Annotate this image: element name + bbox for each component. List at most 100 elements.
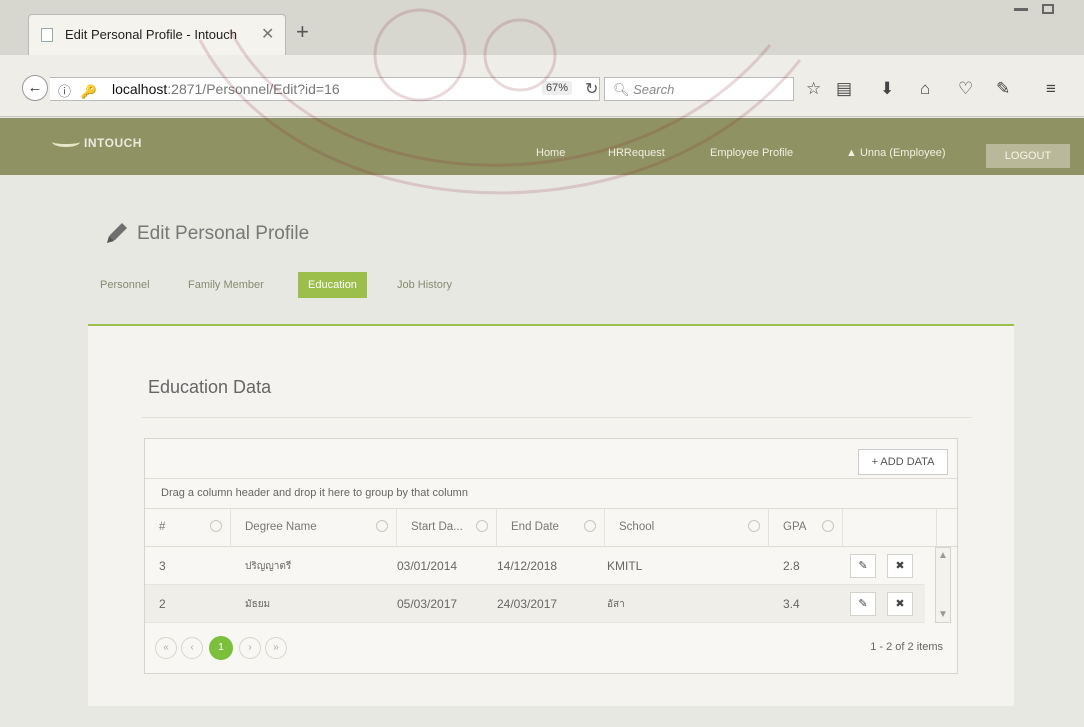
next-page-button[interactable]: › [239, 637, 261, 659]
minimize-window-icon[interactable] [1014, 8, 1028, 11]
column-header-label: # [159, 521, 166, 533]
close-icon: ✖ [895, 560, 905, 572]
tab-family-member[interactable]: Family Member [188, 272, 264, 298]
column-header-label: Start Da... [411, 521, 463, 533]
delete-row-button[interactable]: ✖ [887, 592, 913, 616]
column-header-label: School [619, 521, 655, 533]
add-data-button[interactable]: + ADD DATA [858, 449, 948, 475]
reading-list-icon[interactable]: ▤ [836, 79, 852, 99]
url-host: localhost [112, 81, 168, 97]
bookmark-star-icon[interactable]: ☆ [806, 79, 821, 99]
chevron-up-icon[interactable]: ▲ [938, 550, 948, 561]
column-header-label: End Date [511, 521, 559, 533]
search-icon: 🔍︎ [613, 82, 630, 97]
column-header-school[interactable]: School [605, 509, 769, 547]
url-text: localhost:2871/Personnel/Edit?id=16 [112, 81, 340, 97]
grid-scrollbar[interactable]: ▲ ▼ [935, 547, 951, 623]
cell-start-date: 03/01/2014 [397, 559, 458, 573]
first-page-button[interactable]: « [155, 637, 177, 659]
pocket-icon[interactable]: ♡ [958, 79, 973, 99]
pencil-icon [107, 223, 127, 243]
column-header-number[interactable]: # [145, 509, 231, 547]
edit-row-button[interactable]: ✎ [850, 592, 876, 616]
table-row[interactable]: 3 ปริญญาตรี 03/01/2014 14/12/2018 KMITL … [145, 547, 925, 585]
home-icon[interactable]: ⌂ [920, 79, 930, 99]
edit-row-button[interactable]: ✎ [850, 554, 876, 578]
pencil-icon: ✎ [858, 560, 868, 572]
back-button[interactable]: ← [22, 75, 48, 101]
column-header-start-date[interactable]: Start Da... [397, 509, 497, 547]
page-title: Edit Personal Profile [137, 223, 310, 244]
delete-row-button[interactable]: ✖ [887, 554, 913, 578]
browser-search-input[interactable]: 🔍︎ Search [604, 77, 794, 101]
section-divider [142, 417, 972, 418]
app-header: INTOUCH Home HRRequest Employee Profile … [0, 118, 1084, 175]
nav-hr-request[interactable]: HRRequest [608, 147, 665, 159]
pager-info: 1 - 2 of 2 items [870, 641, 943, 653]
nav-employee-profile[interactable]: Employee Profile [710, 147, 793, 159]
nav-user-account[interactable]: ▲ Unna (Employee) [846, 147, 946, 159]
reload-icon[interactable]: ↻ [585, 79, 598, 99]
education-grid: + ADD DATA Drag a column header and drop… [144, 438, 958, 674]
current-page-button[interactable]: 1 [209, 636, 233, 660]
browser-nav-bar: ← ⓘ 🔑 localhost:2871/Personnel/Edit?id=1… [0, 55, 1084, 117]
cell-degree: มัธยม [245, 599, 271, 610]
column-header-degree[interactable]: Degree Name [231, 509, 397, 547]
group-drop-area[interactable]: Drag a column header and drop it here to… [145, 479, 957, 509]
tab-job-history[interactable]: Job History [397, 272, 452, 298]
table-row[interactable]: 2 มัธยม 05/03/2017 24/03/2017 อัสา 3.4 ✎… [145, 585, 925, 623]
new-tab-button[interactable]: + [296, 21, 309, 43]
browser-tab-title: Edit Personal Profile - Intouch [65, 27, 237, 42]
extension-icon[interactable]: ✎ [996, 79, 1010, 99]
cell-gpa: 2.8 [783, 559, 800, 573]
close-icon: ✖ [895, 598, 905, 610]
close-tab-icon[interactable]: ✕ [261, 24, 274, 44]
zoom-indicator[interactable]: 67% [542, 81, 573, 95]
cell-school: อัสา [607, 599, 625, 610]
intouch-logo-icon [52, 137, 80, 147]
column-header-actions [843, 509, 937, 547]
maximize-window-icon[interactable] [1042, 4, 1054, 14]
grid-pager: « ‹ 1 › » 1 - 2 of 2 items [145, 623, 957, 673]
browser-tab[interactable]: Edit Personal Profile - Intouch ✕ [28, 14, 286, 55]
previous-page-button[interactable]: ‹ [181, 637, 203, 659]
filter-icon[interactable] [210, 520, 222, 532]
filter-icon[interactable] [748, 520, 760, 532]
cell-gpa: 3.4 [783, 597, 800, 611]
tab-personnel[interactable]: Personnel [100, 272, 150, 298]
last-page-button[interactable]: » [265, 637, 287, 659]
filter-icon[interactable] [584, 520, 596, 532]
cell-end-date: 14/12/2018 [497, 559, 558, 573]
section-title: Education Data [148, 377, 272, 397]
cell-number: 2 [159, 597, 166, 611]
nav-home[interactable]: Home [536, 147, 565, 159]
download-icon[interactable]: ⬇ [880, 79, 894, 99]
column-header-label: GPA [783, 521, 807, 533]
pencil-icon: ✎ [858, 598, 868, 610]
education-panel: Education Data + ADD DATA Drag a column … [88, 326, 1014, 706]
cell-school: KMITL [607, 559, 643, 573]
search-placeholder: Search [633, 82, 675, 97]
page-favicon-icon [41, 28, 53, 42]
filter-icon[interactable] [476, 520, 488, 532]
filter-icon[interactable] [822, 520, 834, 532]
filter-icon[interactable] [376, 520, 388, 532]
grid-header-row: # Degree Name Start Da... End Date Schoo… [145, 509, 957, 547]
app-logo[interactable]: INTOUCH [84, 136, 142, 150]
column-header-label: Degree Name [245, 521, 317, 533]
grid-toolbar: + ADD DATA [145, 439, 957, 479]
site-info-icon[interactable]: ⓘ 🔑 [58, 81, 100, 100]
column-header-gpa[interactable]: GPA [769, 509, 843, 547]
cell-end-date: 24/03/2017 [497, 597, 558, 611]
menu-icon[interactable]: ≡ [1046, 79, 1056, 99]
cell-degree: ปริญญาตรี [245, 561, 292, 572]
url-path: :2871/Personnel/Edit?id=16 [167, 81, 340, 97]
browser-tab-strip: Edit Personal Profile - Intouch ✕ + [0, 0, 1084, 55]
address-bar[interactable]: ⓘ 🔑 localhost:2871/Personnel/Edit?id=16 … [50, 77, 600, 101]
chevron-down-icon[interactable]: ▼ [938, 609, 948, 620]
cell-start-date: 05/03/2017 [397, 597, 458, 611]
logout-button[interactable]: LOGOUT [986, 144, 1070, 168]
column-header-end-date[interactable]: End Date [497, 509, 605, 547]
tab-education[interactable]: Education [298, 272, 367, 298]
cell-number: 3 [159, 559, 166, 573]
